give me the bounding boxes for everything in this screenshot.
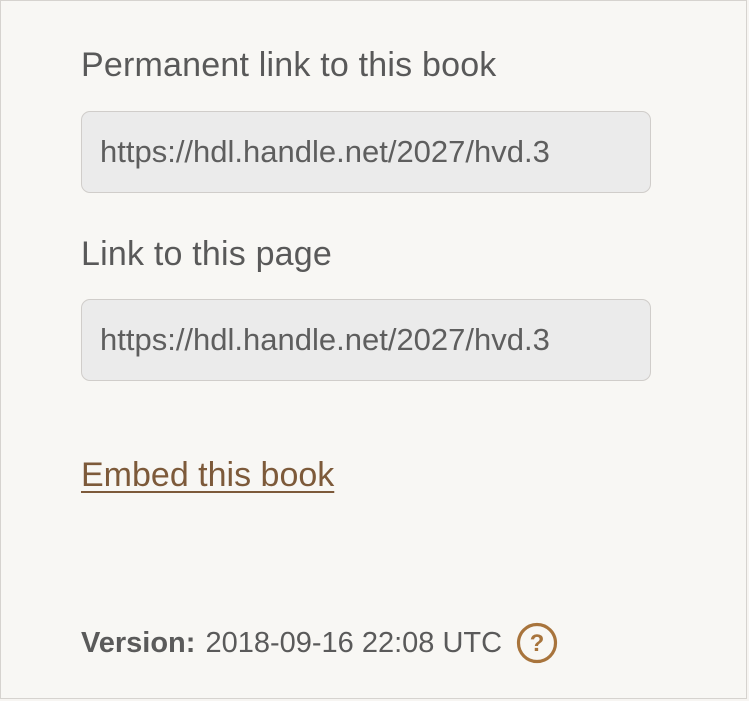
version-value: 2018-09-16 22:08 UTC xyxy=(205,627,503,659)
svg-text:?: ? xyxy=(530,630,545,657)
permanent-link-label: Permanent link to this book xyxy=(81,46,497,84)
embed-book-link[interactable]: Embed this book xyxy=(81,455,334,495)
question-circle-icon[interactable]: ? xyxy=(516,622,558,664)
share-panel: Permanent link to this book Link to this… xyxy=(0,0,747,699)
page-link-field[interactable] xyxy=(81,299,651,381)
version-info: Version: 2018-09-16 22:08 UTC ? xyxy=(81,622,558,664)
version-label: Version: xyxy=(81,627,196,659)
permanent-link-field[interactable] xyxy=(81,111,651,193)
page-link-label: Link to this page xyxy=(81,235,333,273)
